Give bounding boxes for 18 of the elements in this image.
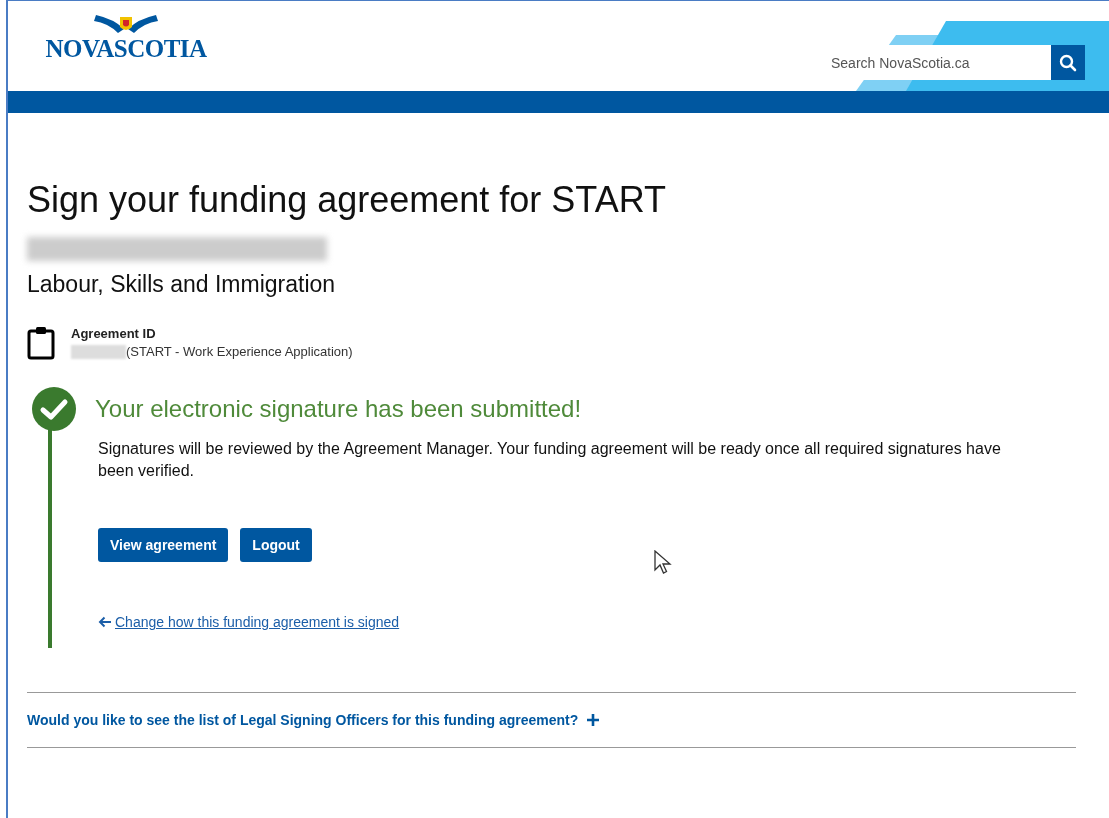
clipboard-icon [27,326,55,360]
agreement-description: (START - Work Experience Application) [126,344,353,359]
nova-scotia-logo[interactable]: NOVASCOTIA [36,13,216,91]
logo-text: NOVASCOTIA [45,35,207,63]
status-message: Signatures will be reviewed by the Agreement Manager. Your funding agreement will be ready once all required signatures have been verified. [98,439,1002,481]
change-signing-link[interactable]: Change how this funding agreement is signed [98,614,400,630]
action-button[interactable]: View agreement [98,528,229,562]
redacted-id [71,344,126,359]
search-icon [1059,53,1077,72]
back-arrow-icon [98,616,112,628]
mouse-pointer-icon [654,550,672,576]
search-button[interactable] [1051,45,1085,80]
legal-signing-officers-toggle[interactable]: Would you like to see the list of Legal Signing Officers for this funding agreement? [27,693,601,747]
agreement-id-label: Agreement ID [71,326,157,341]
action-button[interactable]: Logout [240,528,312,562]
department-name: Labour, Skills and Immigration [27,271,337,298]
page-title: Sign your funding agreement for START [27,179,667,221]
success-heading: Your electronic signature has been submitted! [95,395,582,423]
